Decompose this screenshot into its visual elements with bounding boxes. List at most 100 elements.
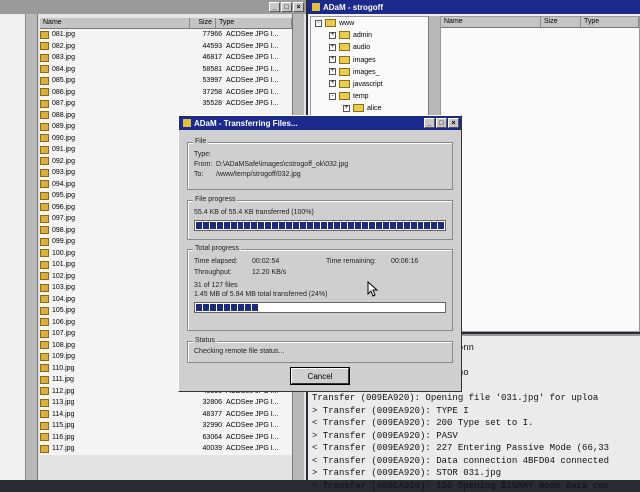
progress-segment [244, 222, 250, 229]
tree-label: alice [367, 105, 381, 112]
close-icon[interactable]: × [448, 118, 459, 128]
tree-label: www [339, 20, 354, 27]
file-progress-text: 55.4 KB of 55.4 KB transferred (100%) [194, 209, 446, 216]
maximize-icon[interactable]: □ [436, 118, 447, 128]
file-size: 46817 [190, 54, 226, 61]
file-name: 110.jpg [52, 365, 190, 372]
file-row[interactable]: 087.jpg35528ACDSee JPG I... [40, 98, 292, 110]
close-icon[interactable]: × [293, 2, 304, 12]
jpg-file-icon [40, 272, 49, 280]
file-name: 116.jpg [52, 434, 190, 441]
tree-item[interactable]: + admin [311, 31, 433, 43]
file-row[interactable]: 113.jpg32806ACDSee JPG I... [40, 397, 292, 409]
tree-item[interactable]: - www [311, 19, 433, 31]
file-type: ACDSee JPG I... [226, 43, 279, 50]
tree-expander-icon[interactable]: + [329, 44, 336, 51]
column-size[interactable]: Size [190, 18, 216, 28]
log-line: > Transfer (009EA920): STOR 031.jpg [312, 467, 640, 480]
file-name: 085.jpg [52, 77, 190, 84]
jpg-file-icon [40, 180, 49, 188]
file-type: ACDSee JPG I... [226, 434, 279, 441]
file-row[interactable]: 084.jpg58581ACDSee JPG I... [40, 64, 292, 76]
progress-segment [348, 222, 354, 229]
file-name: 117.jpg [52, 445, 190, 452]
tree-item[interactable]: + images [311, 56, 433, 68]
file-type: ACDSee JPG I... [226, 54, 279, 61]
to-label: To: [194, 171, 216, 178]
jpg-file-icon [40, 295, 49, 303]
tree-expander-icon[interactable]: - [315, 20, 322, 27]
jpg-file-icon [40, 318, 49, 326]
minimize-icon[interactable]: _ [269, 2, 280, 12]
file-size: 77966 [190, 31, 226, 38]
tree-expander-icon[interactable]: + [343, 105, 350, 112]
tree-expander-icon[interactable]: + [329, 80, 336, 87]
progress-segment [362, 222, 368, 229]
file-name: 098.jpg [52, 227, 190, 234]
folder-icon [339, 56, 350, 64]
progress-segment [251, 222, 257, 229]
tree-item[interactable]: +images_ [311, 68, 433, 80]
tree-item[interactable]: - temp [311, 92, 433, 104]
remote-column-name[interactable]: Name [441, 17, 541, 27]
jpg-file-icon [40, 157, 49, 165]
tree-expander-icon[interactable]: + [329, 32, 336, 39]
status-group: Status Checking remote file status... [187, 341, 453, 363]
progress-segment [376, 222, 382, 229]
tree-item[interactable]: +javascript [311, 80, 433, 92]
file-row[interactable]: 081.jpg77966ACDSee JPG I... [40, 29, 292, 41]
folder-icon [339, 68, 350, 76]
log-line: < Transfer (009EA920): 227 Entering Pass… [312, 442, 640, 455]
progress-segment [390, 222, 396, 229]
progress-segment [210, 222, 216, 229]
tree-item[interactable]: +audio [311, 43, 433, 55]
progress-segment [224, 222, 230, 229]
progress-segment [231, 222, 237, 229]
file-name: 084.jpg [52, 66, 190, 73]
progress-segment [334, 222, 340, 229]
folder-icon [339, 80, 350, 88]
progress-segment [258, 222, 264, 229]
progress-segment [383, 222, 389, 229]
jpg-file-icon [40, 307, 49, 315]
minimize-icon[interactable]: _ [424, 118, 435, 128]
jpg-file-icon [40, 364, 49, 372]
tree-expander-icon[interactable]: - [329, 93, 336, 100]
tree-label: images [353, 56, 376, 63]
jpg-file-icon [40, 238, 49, 246]
progress-segment [203, 304, 209, 311]
jpg-file-icon [40, 261, 49, 269]
jpg-file-icon [40, 31, 49, 39]
cancel-button[interactable]: Cancel [291, 368, 349, 384]
time-elapsed-value: 00:02:54 [252, 258, 326, 265]
file-row[interactable]: 085.jpg53997ACDSee JPG I... [40, 75, 292, 87]
mouse-pointer-icon [367, 281, 379, 297]
file-row[interactable]: 086.jpg37258ACDSee JPG I... [40, 87, 292, 99]
file-row[interactable]: 115.jpg32990ACDSee JPG I... [40, 420, 292, 432]
left-list-scrollbar[interactable] [26, 14, 38, 480]
file-row[interactable]: 083.jpg46817ACDSee JPG I... [40, 52, 292, 64]
file-row[interactable]: 082.jpg44593ACDSee JPG I... [40, 41, 292, 53]
file-row[interactable]: 116.jpg63064ACDSee JPG I... [40, 432, 292, 444]
column-type[interactable]: Type [216, 18, 292, 28]
progress-segment [231, 304, 237, 311]
progress-segment [252, 304, 258, 311]
file-progress-bar [194, 220, 446, 231]
file-name: 115.jpg [52, 422, 190, 429]
file-group: File Type: From:D:\ADaMSafe\images\cstro… [187, 142, 453, 190]
tree-label: admin [353, 32, 372, 39]
file-row[interactable]: 114.jpg48377ACDSee JPG I... [40, 409, 292, 421]
progress-segment [217, 222, 223, 229]
tree-expander-icon[interactable]: + [329, 68, 336, 75]
remote-column-size[interactable]: Size [541, 17, 581, 27]
tree-label: temp [353, 93, 369, 100]
remote-column-type[interactable]: Type [581, 17, 639, 27]
tree-expander-icon[interactable]: + [329, 56, 336, 63]
progress-segment [431, 222, 437, 229]
column-name[interactable]: Name [40, 18, 190, 28]
maximize-icon[interactable]: □ [281, 2, 292, 12]
jpg-file-icon [40, 445, 49, 453]
progress-segment [369, 222, 375, 229]
jpg-file-icon [40, 387, 49, 395]
file-row[interactable]: 117.jpg40039ACDSee JPG I... [40, 443, 292, 455]
